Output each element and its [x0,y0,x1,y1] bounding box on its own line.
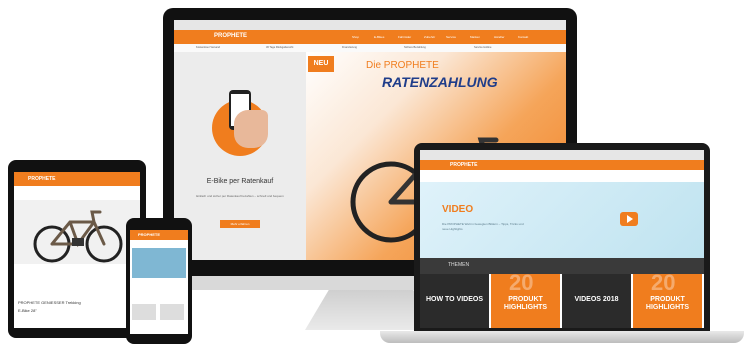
tablet-navigation: PROPHETE [14,172,140,186]
hand-illustration [234,110,268,148]
product-thumbnail[interactable] [132,304,156,320]
product-subtitle: E-Bike 28" [18,308,37,313]
tablet-hero[interactable] [14,200,140,264]
browser-toolbar [420,150,704,160]
panel-text: Einfach und sicher per Ratenkauf bezahle… [196,194,284,198]
tile-label: HOW TO VIDEOS [425,296,484,303]
site-navigation: PROPHETE [420,160,704,170]
nav-item[interactable]: Händler [494,35,505,39]
nav-item[interactable]: Shop [352,35,359,39]
brand-logo[interactable]: PROPHETE [138,232,160,237]
topics-label: THEMEN [448,262,470,268]
tablet-screen: PROPHETE PROPHETE GENIESSER Trekking E-B… [14,172,140,328]
nav-item[interactable]: Fahrräder [398,35,411,39]
product-thumbnail[interactable] [160,304,184,320]
info-item: Kostenloser Versand [196,46,220,49]
video-banner: VIDEO Die PROPHETE Welt in bewegten Bild… [420,182,704,258]
bike-icon [33,210,123,263]
video-title: VIDEO [442,204,474,215]
hero-headline: Die PROPHETE [366,60,439,71]
brand-logo[interactable]: PROPHETE [450,162,478,168]
phone-screen: PROPHETE [130,230,188,334]
more-info-button[interactable]: Mehr erfahren [220,220,260,228]
tile-label: PRODUKT HIGHLIGHTS [645,296,690,311]
financing-panel: E-Bike per Ratenkauf Einfach und sicher … [174,52,306,260]
new-badge: NEU [308,56,334,72]
play-button[interactable] [620,212,638,226]
nav-item[interactable]: Marken [470,35,480,39]
info-item: Finanzierung [342,46,357,49]
tile-label: PRODUKT HIGHLIGHTS [503,296,548,311]
topic-tile[interactable]: 20 PRODUKT HIGHLIGHTS [491,270,560,328]
tile-number: 20 [651,270,676,295]
brand-logo[interactable]: PROPHETE [28,176,56,182]
panel-title: E-Bike per Ratenkauf [206,178,274,185]
nav-item[interactable]: Service [446,35,456,39]
nav-item[interactable]: Zubehör [424,35,435,39]
nav-item[interactable]: E-Bikes [374,35,384,39]
info-item: 30 Tage Rückgaberecht [266,46,294,49]
nav-item[interactable]: Kontakt [518,35,528,39]
topic-tile[interactable]: VIDEOS 2018 [562,274,631,328]
video-description: Die PROPHETE Welt in bewegten Bildern – … [442,222,524,231]
laptop-base [380,331,744,343]
phone-navigation: PROPHETE [130,230,188,240]
site-navigation: PROPHETE Shop E-Bikes Fahrräder Zubehör … [174,30,566,44]
info-item: Service Hotline [474,46,492,49]
phone-hero-image[interactable] [132,248,186,278]
info-item: Sichere Bezahlung [404,46,426,49]
tile-label: VIDEOS 2018 [574,296,619,303]
topic-tile[interactable]: 20 PRODUKT HIGHLIGHTS [633,270,702,328]
topic-tile[interactable]: HOW TO VIDEOS [420,274,489,328]
play-icon [627,215,633,223]
tile-number: 20 [509,270,534,295]
laptop-screen: PROPHETE VIDEO Die PROPHETE Welt in bewe… [420,150,704,328]
product-title[interactable]: PROPHETE GENIESSER Trekking [18,300,81,305]
browser-toolbar [174,20,566,30]
hero-subheadline: RATENZAHLUNG [382,74,498,90]
brand-logo[interactable]: PROPHETE [214,33,247,39]
